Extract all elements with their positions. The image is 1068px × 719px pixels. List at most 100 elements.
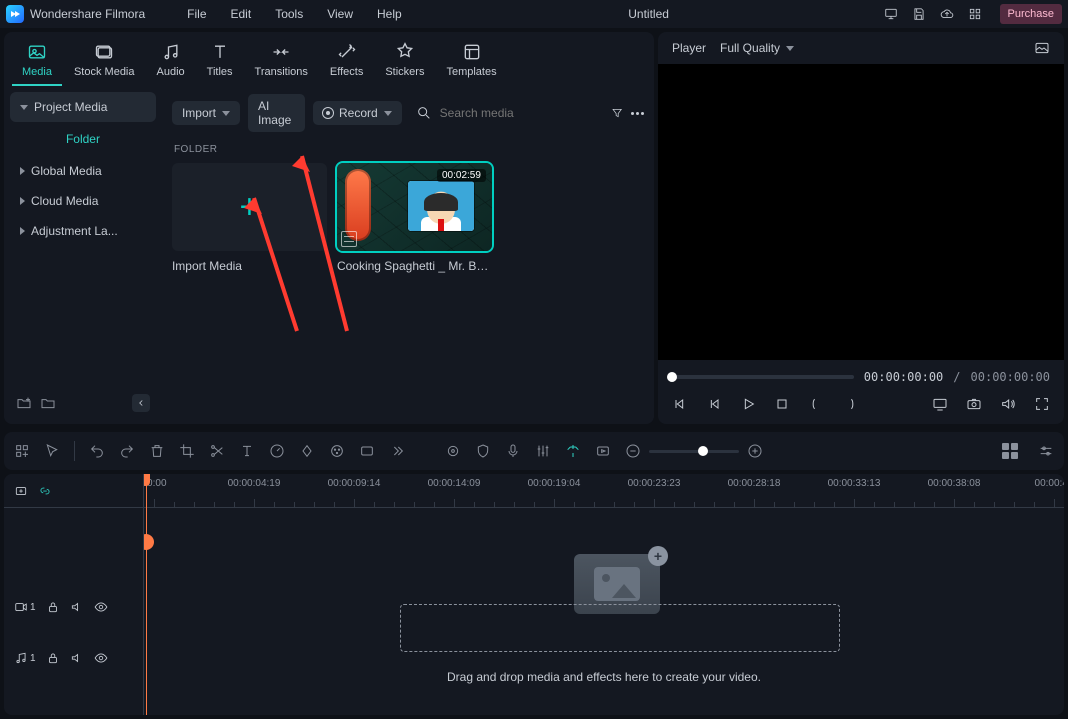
render-icon[interactable] [595, 443, 611, 459]
menu-file[interactable]: File [175, 3, 218, 25]
player-viewport[interactable] [658, 64, 1064, 360]
timeline-dropzone[interactable] [400, 604, 840, 652]
camera-icon[interactable] [966, 396, 982, 412]
media-clip-thumb[interactable]: 00:02:59 [337, 163, 492, 251]
sidebar-item-adjustment-layers[interactable]: Adjustment La... [10, 216, 156, 246]
media-sidebar: Project Media Folder Global Media Cloud … [4, 86, 162, 424]
prev-frame-icon[interactable] [672, 396, 688, 412]
crop-icon[interactable] [179, 443, 195, 459]
search-input[interactable] [438, 105, 597, 121]
cloud-upload-icon[interactable] [940, 7, 954, 21]
sidebar-item-project-media[interactable]: Project Media [10, 92, 156, 122]
tab-stock-media[interactable]: Stock Media [64, 38, 145, 86]
lock-icon[interactable] [46, 651, 60, 665]
menubar: Wondershare Filmora File Edit Tools View… [0, 0, 1068, 28]
mixer-icon[interactable] [535, 443, 551, 459]
tab-titles[interactable]: Titles [197, 38, 243, 86]
snapshot-icon[interactable] [1034, 40, 1050, 56]
zoom-in-icon[interactable] [747, 443, 763, 459]
chevron-right-icon [20, 197, 25, 205]
menu-edit[interactable]: Edit [219, 3, 264, 25]
tab-titles-label: Titles [207, 66, 233, 78]
add-track-icon[interactable] [14, 443, 30, 459]
record-dropdown[interactable]: Record [313, 101, 402, 125]
marker-icon[interactable] [445, 443, 461, 459]
filter-icon[interactable] [611, 105, 623, 121]
import-media-thumb[interactable]: + [172, 163, 327, 251]
more-tools-icon[interactable] [389, 443, 405, 459]
text-icon[interactable] [239, 443, 255, 459]
tab-stickers-label: Stickers [385, 66, 424, 78]
stock-media-icon [94, 42, 114, 62]
timeline-tracks[interactable]: 00:0000:00:04:1900:00:09:1400:00:14:0900… [144, 474, 1064, 715]
fullscreen-icon[interactable] [1034, 396, 1050, 412]
document-title: Untitled [414, 7, 884, 21]
tab-effects[interactable]: Effects [320, 38, 373, 86]
add-track-button[interactable] [14, 484, 28, 498]
menu-view[interactable]: View [315, 3, 365, 25]
play-icon[interactable] [740, 396, 756, 412]
color-icon[interactable] [329, 443, 345, 459]
link-icon[interactable] [38, 484, 52, 498]
cursor-icon[interactable] [44, 443, 60, 459]
ruler-tick: 00:00:14:09 [428, 478, 481, 489]
redo-icon[interactable] [119, 443, 135, 459]
mute-icon[interactable] [70, 651, 84, 665]
undo-icon[interactable] [89, 443, 105, 459]
player-scrubber[interactable] [672, 375, 854, 379]
preview-icon[interactable] [359, 443, 375, 459]
tab-transitions[interactable]: Transitions [245, 38, 318, 86]
sidebar-item-cloud-media[interactable]: Cloud Media [10, 186, 156, 216]
menu-help[interactable]: Help [365, 3, 414, 25]
new-folder-icon[interactable] [16, 395, 32, 411]
zoom-slider[interactable] [649, 450, 739, 453]
speed-icon[interactable] [269, 443, 285, 459]
quality-dropdown[interactable]: Full Quality [720, 41, 794, 55]
app-logo [6, 5, 24, 23]
settings-icon[interactable] [1038, 443, 1054, 459]
media-clip-card[interactable]: 00:02:59 Cooking Spaghetti _ Mr. Bea... [337, 163, 492, 273]
visibility-icon[interactable] [94, 651, 108, 665]
collapse-sidebar-button[interactable] [132, 394, 150, 412]
lock-icon[interactable] [46, 600, 60, 614]
save-icon[interactable] [912, 7, 926, 21]
zoom-out-icon[interactable] [625, 443, 641, 459]
import-media-card[interactable]: + Import Media [172, 163, 327, 273]
timeline-ruler[interactable]: 00:0000:00:04:1900:00:09:1400:00:14:0900… [144, 474, 1064, 508]
ai-image-button[interactable]: AI Image [248, 94, 305, 132]
display-icon[interactable] [932, 396, 948, 412]
menu-tools[interactable]: Tools [263, 3, 315, 25]
more-options-icon[interactable] [631, 112, 644, 115]
plus-icon: + [648, 546, 668, 566]
folder-icon[interactable] [40, 395, 56, 411]
tab-audio[interactable]: Audio [147, 38, 195, 86]
mark-out-icon[interactable] [842, 396, 858, 412]
tab-templates[interactable]: Templates [436, 38, 506, 86]
media-toolbar: Import AI Image Record [172, 86, 644, 140]
apps-icon[interactable] [968, 7, 982, 21]
video-track-header[interactable]: 1 [4, 508, 143, 628]
search-media[interactable] [410, 100, 603, 126]
view-options-icon[interactable] [1002, 443, 1018, 459]
monitor-icon[interactable] [884, 7, 898, 21]
play-backward-icon[interactable] [706, 396, 722, 412]
import-dropdown[interactable]: Import [172, 101, 240, 125]
volume-icon[interactable] [1000, 396, 1016, 412]
split-icon[interactable] [209, 443, 225, 459]
delete-icon[interactable] [149, 443, 165, 459]
mic-icon[interactable] [505, 443, 521, 459]
audio-track-header[interactable]: 1 [4, 628, 143, 688]
tab-media[interactable]: Media [12, 38, 62, 86]
sidebar-item-folder[interactable]: Folder [10, 122, 156, 156]
keyframe-icon[interactable] [299, 443, 315, 459]
mark-in-icon[interactable] [808, 396, 824, 412]
shield-icon[interactable] [475, 443, 491, 459]
purchase-button[interactable]: Purchase [1000, 4, 1062, 24]
mute-icon[interactable] [70, 600, 84, 614]
tab-stickers[interactable]: Stickers [375, 38, 434, 86]
track-type-audio: 1 [14, 651, 36, 665]
stop-icon[interactable] [774, 396, 790, 412]
magnet-icon[interactable] [565, 443, 581, 459]
sidebar-item-global-media[interactable]: Global Media [10, 156, 156, 186]
visibility-icon[interactable] [94, 600, 108, 614]
